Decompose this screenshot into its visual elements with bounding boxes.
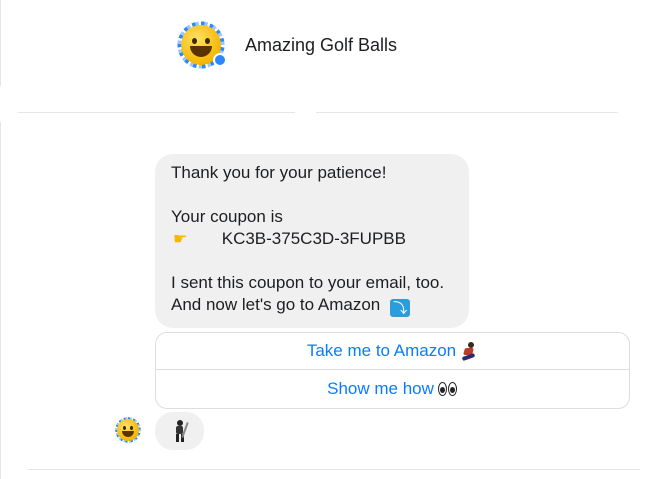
message-text: Your coupon is: [171, 207, 283, 226]
message-text: And now let's go to Amazon: [171, 295, 381, 314]
eyes-icon: [437, 382, 458, 396]
divider: [18, 112, 295, 113]
messenger-badge-icon: [213, 53, 227, 67]
divider: [316, 112, 618, 113]
message-text: I sent this coupon to your email, too.: [171, 273, 445, 292]
right-arrow-curving-down-icon: ⤵: [390, 299, 411, 317]
smiling-emoji-avatar-icon: [117, 419, 139, 441]
golfer-icon: [172, 420, 189, 442]
running-person-icon: [460, 341, 478, 362]
quick-reply-label: Take me to Amazon: [306, 341, 457, 360]
pointing-right-icon: ☛: [173, 231, 188, 248]
take-me-to-amazon-button[interactable]: Take me to Amazon: [155, 332, 630, 370]
emoji-message-bubble: [155, 412, 204, 450]
page-name[interactable]: Amazing Golf Balls: [245, 35, 397, 56]
page-avatar-small[interactable]: [112, 414, 144, 446]
divider: [28, 469, 640, 470]
messenger-chat: Amazing Golf Balls Thank you for your pa…: [0, 0, 650, 479]
chat-header: Amazing Golf Balls: [171, 14, 397, 76]
window-edge: [0, 122, 1, 479]
coupon-row: ☛ KC3B-375C3D-3FUPBB: [171, 228, 455, 250]
message-text-amazon: And now let's go to Amazon ⤵: [171, 294, 455, 317]
window-edge: [0, 0, 1, 86]
quick-reply-label: Show me how: [327, 379, 434, 398]
coupon-code: KC3B-375C3D-3FUPBB: [221, 229, 406, 248]
message-bubble: Thank you for your patience! Your coupon…: [155, 154, 469, 328]
message-text: Thank you for your patience!: [171, 163, 387, 182]
show-me-how-button[interactable]: Show me how: [155, 369, 630, 409]
page-avatar[interactable]: [171, 15, 231, 75]
